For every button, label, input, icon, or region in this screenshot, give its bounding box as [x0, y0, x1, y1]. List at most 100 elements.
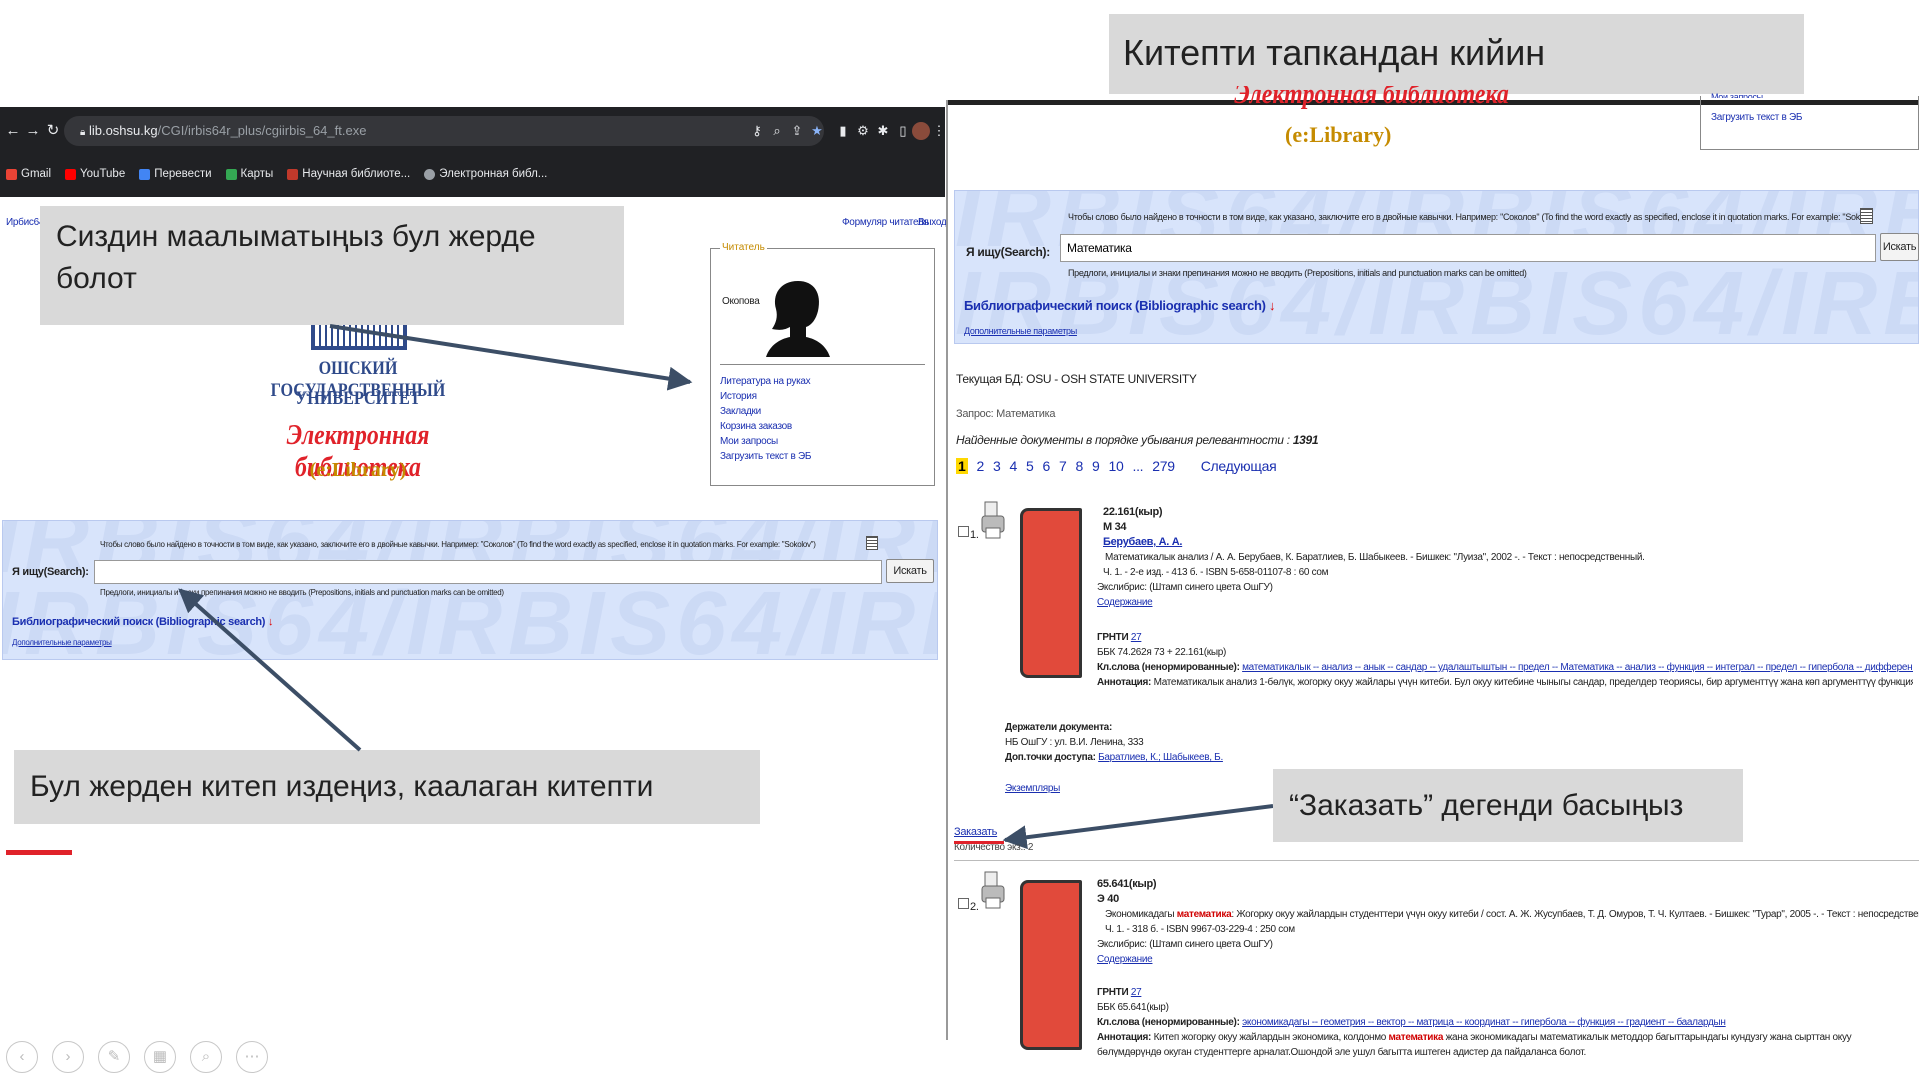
page-279[interactable]: 279 [1152, 458, 1175, 474]
bookmark-science-library[interactable]: Научная библиоте... [287, 168, 410, 180]
grnti-link[interactable]: 27 [1131, 632, 1142, 643]
contents-link[interactable]: Содержание [1097, 954, 1153, 965]
page-1[interactable]: 1 [956, 458, 968, 474]
result-record: 22.161(кыр) М 34 Берубаев, А. А. Математ… [1097, 505, 1913, 690]
right-screenshot-edge [946, 100, 948, 1040]
university-name-line2: УНИВЕРСИТЕТ [295, 388, 421, 409]
page-8[interactable]: 8 [1076, 458, 1084, 474]
copies-link[interactable]: Экземпляры [1005, 783, 1060, 794]
pen-icon[interactable]: ✎ [98, 1041, 130, 1073]
search-hint-bottom: Предлоги, инициалы и знаки препинания мо… [1068, 268, 1527, 278]
found-count: 1391 [1292, 433, 1319, 447]
printer-icon[interactable] [980, 500, 1006, 542]
order-underline [954, 841, 1004, 844]
next-page-link[interactable]: Следующая [1201, 458, 1277, 474]
bibliographic-search-link[interactable]: Библиографический поиск (Bibliographic s… [964, 298, 1276, 313]
page-4[interactable]: 4 [1010, 458, 1018, 474]
reader-panel-fragment: Мои запросы Загрузить текст в ЭБ [1700, 92, 1919, 150]
result-divider [954, 860, 1919, 861]
extension-icon[interactable]: ▮ [834, 116, 852, 146]
reader-link-history[interactable]: История [720, 389, 920, 404]
keywords-links[interactable]: экономикадагы -- геометрия -- вектор -- … [1242, 1017, 1726, 1028]
book-cover-icon [1020, 508, 1082, 678]
holders-label: Держатели документа: [1005, 722, 1112, 733]
avatar[interactable] [912, 122, 930, 140]
search-button[interactable]: Искать [1880, 233, 1919, 261]
user-silhouette-icon [766, 281, 830, 357]
keyboard-icon[interactable] [866, 536, 878, 550]
reader-link-upload-text[interactable]: Загрузить текст в ЭБ [1711, 110, 1802, 125]
extra-parameters-link[interactable]: Дополнительные параметры [964, 326, 1077, 336]
search-callout: Бул жерден китеп издеңиз, каалаган китеп… [14, 750, 760, 824]
library-subtitle: (e:Library) [309, 459, 407, 481]
star-icon[interactable]: ★ [808, 116, 826, 146]
bibliographic-search-link[interactable]: Библиографический поиск (Bibliographic s… [12, 616, 273, 628]
slides-icon[interactable]: ▦ [144, 1041, 176, 1073]
address-bar[interactable]: 🔒︎ lib.oshsu.kg/CGI/irbis64r_plus/cgiirb… [64, 116, 824, 146]
exit-link[interactable]: Выход [918, 217, 947, 228]
puzzle-icon[interactable]: ✱ [874, 116, 892, 146]
page-9[interactable]: 9 [1092, 458, 1100, 474]
contents-link[interactable]: Содержание [1097, 597, 1153, 608]
next-slide-icon[interactable]: › [52, 1041, 84, 1073]
result-number: 2. [970, 901, 979, 913]
order-link[interactable]: Заказать [954, 826, 997, 838]
reader-form-link[interactable]: Формуляр читателя [842, 217, 929, 228]
current-database: Текущая БД: OSU - OSH STATE UNIVERSITY [956, 372, 1197, 386]
grnti-link[interactable]: 27 [1131, 987, 1142, 998]
bookmark-maps[interactable]: Карты [225, 168, 273, 180]
library-logo-icon [311, 322, 407, 350]
extra-parameters-link[interactable]: Дополнительные параметры [12, 638, 112, 647]
reader-links: Литература на руках История Закладки Кор… [720, 374, 920, 464]
library-title-fragment: Электронная библиотека [1234, 86, 1509, 110]
grnti-label: ГРНТИ [1097, 987, 1129, 998]
page-6[interactable]: 6 [1043, 458, 1051, 474]
reader-link-my-requests[interactable]: Мои запросы [1711, 90, 1763, 98]
bookmark-e-library[interactable]: Электронная библ... [424, 168, 547, 180]
result-code: 65.641(кыр) [1097, 878, 1157, 890]
more-options-icon[interactable]: ⋯ [236, 1041, 268, 1073]
zoom-icon[interactable]: ⌕ [768, 116, 786, 146]
search-input[interactable] [94, 560, 882, 584]
page-10[interactable]: 10 [1109, 458, 1124, 474]
bookmark-youtube[interactable]: YouTube [65, 168, 125, 180]
bookmark-gmail[interactable]: Gmail [6, 168, 51, 180]
gear-icon[interactable]: ⚙ [854, 116, 872, 146]
result-checkbox[interactable] [958, 526, 969, 537]
result-code-author: Э 40 [1097, 893, 1119, 905]
keywords-links[interactable]: математикалык -- анализ -- анык -- санда… [1242, 662, 1913, 673]
reader-link-books-on-hand[interactable]: Литература на руках [720, 374, 920, 389]
keyboard-icon[interactable] [1860, 208, 1873, 224]
previous-slide-icon[interactable]: ‹ [6, 1041, 38, 1073]
reader-link-my-requests[interactable]: Мои запросы [720, 434, 920, 449]
result-volume: Ч. 1. - 2-е изд. - 413 б. - ISBN 5-658-0… [1103, 567, 1329, 578]
reader-link-order-cart[interactable]: Корзина заказов [720, 419, 920, 434]
forward-icon[interactable]: → [22, 116, 44, 146]
result-author-link[interactable]: Берубаев, А. А. [1103, 536, 1182, 548]
sidebar-icon[interactable]: ▯ [894, 116, 912, 146]
page-7[interactable]: 7 [1059, 458, 1067, 474]
reader-name: Окопова [722, 296, 760, 307]
result-record: 65.641(кыр) Э 40 Экономикадагы математик… [1097, 878, 1919, 1058]
search-input[interactable] [1060, 234, 1876, 262]
reader-link-upload-text[interactable]: Загрузить текст в ЭБ [720, 449, 920, 464]
result-checkbox[interactable] [958, 898, 969, 909]
page-3[interactable]: 3 [993, 458, 1001, 474]
access-links[interactable]: Баратлиев, К.; Шабыкеев, Б. [1098, 752, 1223, 763]
result-exlibris: Экслибрис: (Штамп синего цвета ОшГУ) [1097, 939, 1273, 950]
reader-link-bookmarks[interactable]: Закладки [720, 404, 920, 419]
result-annotation: Китеп жогорку окуу жайлардын экономика, … [1153, 1032, 1387, 1043]
result-annotation: Математикалык анализ 1-бөлүк, жогорку ок… [1153, 677, 1913, 688]
page-5[interactable]: 5 [1026, 458, 1034, 474]
key-icon[interactable]: ⚷ [748, 116, 766, 146]
bookmark-translate[interactable]: Перевести [139, 168, 212, 180]
share-icon[interactable]: ⇪ [788, 116, 806, 146]
zoom-icon[interactable]: ⌕ [190, 1041, 222, 1073]
page-2[interactable]: 2 [977, 458, 985, 474]
printer-icon[interactable] [980, 870, 1006, 912]
search-hint-top: Чтобы слово было найдено в точности в то… [100, 540, 816, 549]
search-hint-bottom: Предлоги, инициалы и знаки препинания мо… [100, 588, 504, 597]
back-icon[interactable]: ← [2, 116, 24, 146]
reload-icon[interactable]: ↻ [42, 116, 64, 146]
search-button[interactable]: Искать [886, 559, 934, 583]
